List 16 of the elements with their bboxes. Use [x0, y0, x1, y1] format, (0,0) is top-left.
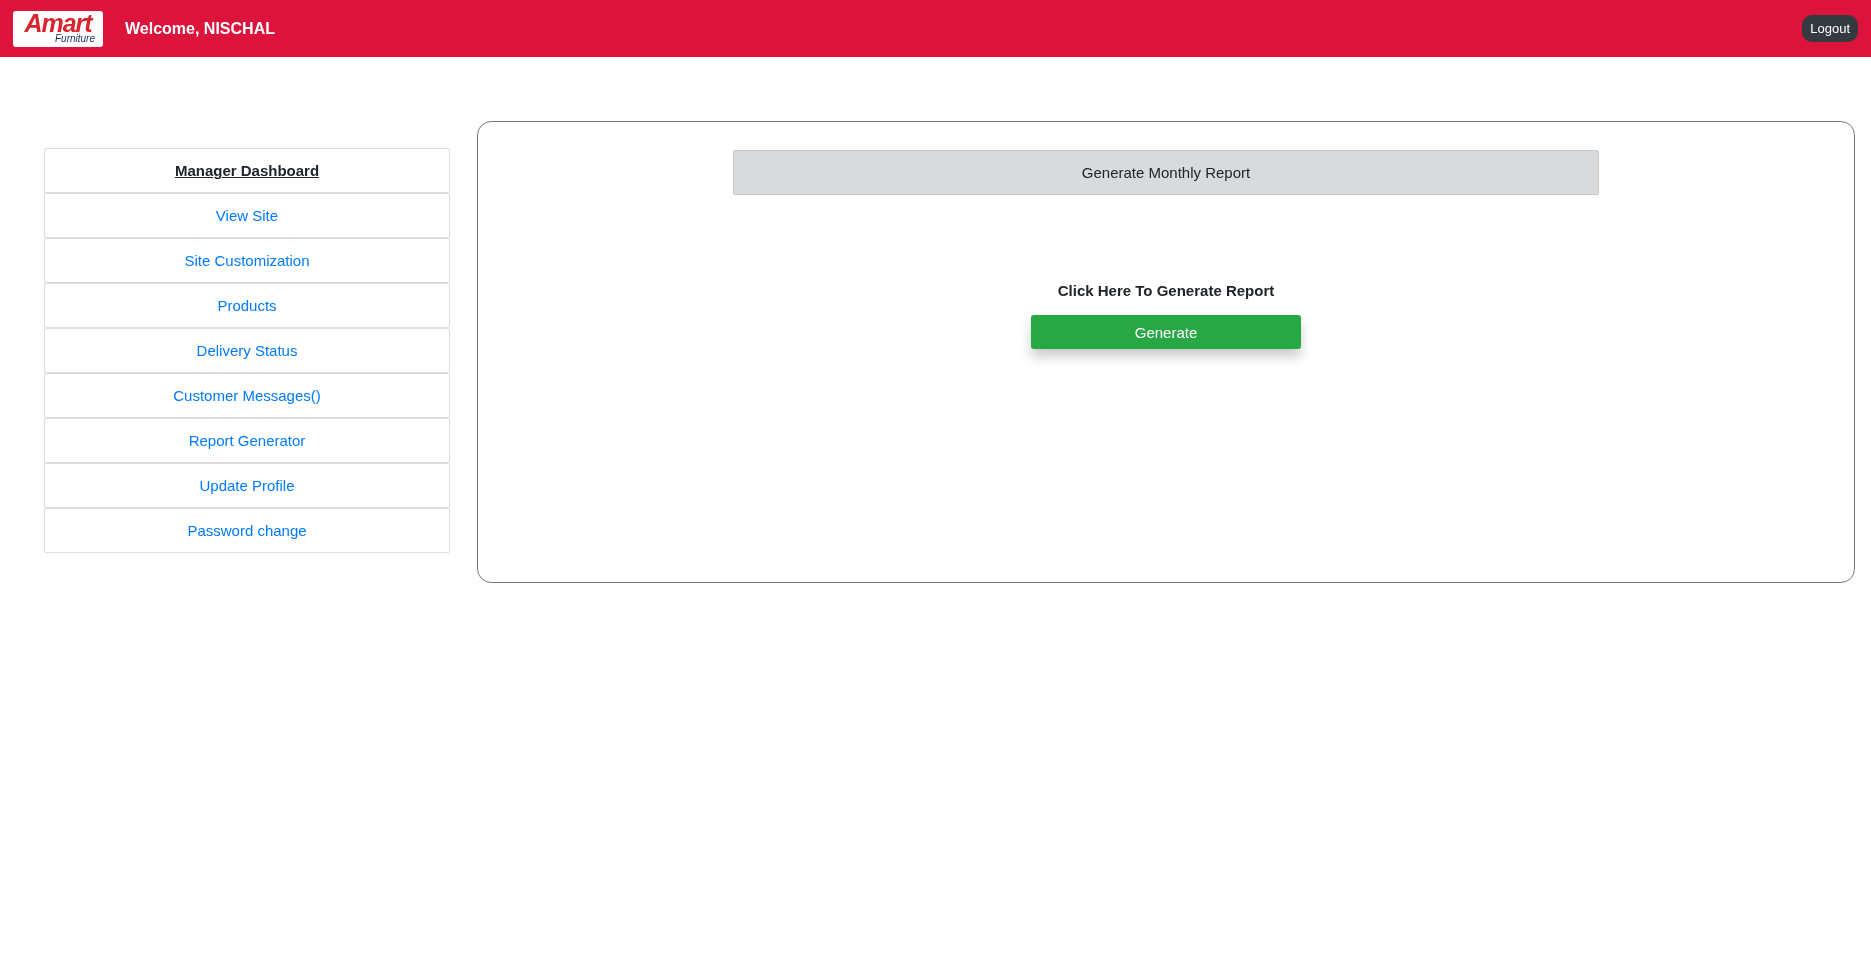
prompt-text: Click Here To Generate Report	[1057, 282, 1275, 299]
welcome-text: Welcome, NISCHAL	[125, 19, 275, 38]
generate-button[interactable]: Generate	[1031, 315, 1301, 349]
sidebar-item[interactable]: Report Generator	[44, 418, 450, 463]
brand-logo[interactable]: Amart Furniture	[13, 10, 103, 47]
sidebar-item[interactable]: Customer Messages()	[44, 373, 450, 418]
sidebar-item[interactable]: Site Customization	[44, 238, 450, 283]
sidebar-item[interactable]: Products	[44, 283, 450, 328]
sidebar-item[interactable]: Password change	[44, 508, 450, 553]
logout-button[interactable]: Logout	[1802, 15, 1858, 42]
sidebar-item[interactable]: View Site	[44, 193, 450, 238]
sidebar-item[interactable]: Delivery Status	[44, 328, 450, 373]
panel-title-bar: Generate Monthly Report	[733, 150, 1599, 195]
logo-tagline-text: Furniture	[55, 34, 95, 44]
sidebar-item[interactable]: Update Profile	[44, 463, 450, 508]
sidebar-heading: Manager Dashboard	[44, 148, 450, 193]
